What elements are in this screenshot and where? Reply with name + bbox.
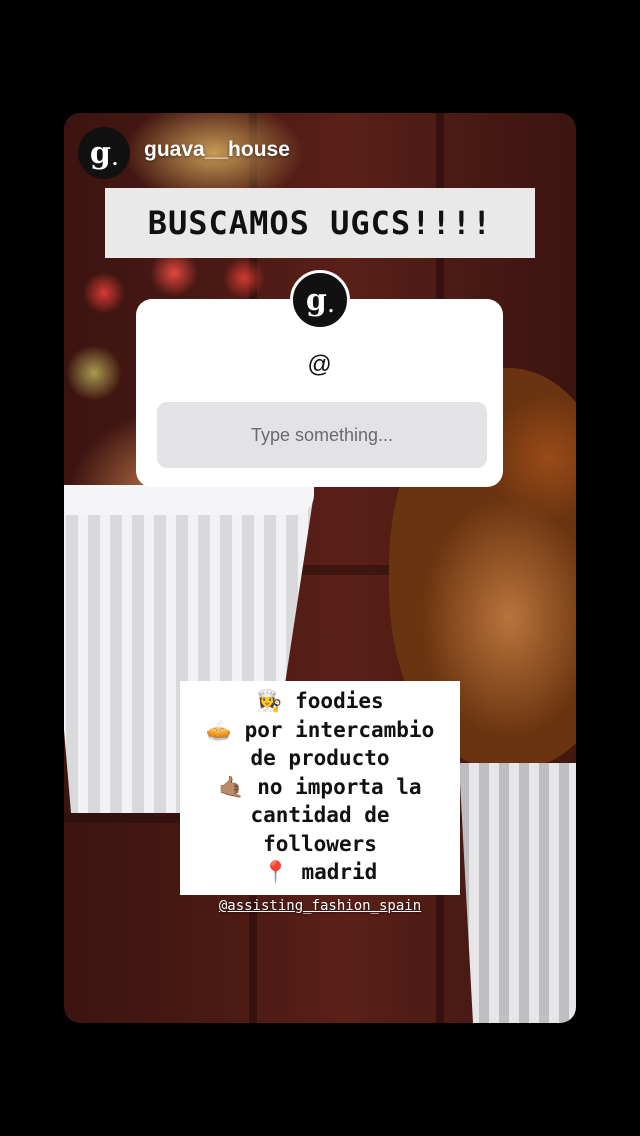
question-text: @ (307, 351, 332, 378)
dessert-cup-image (459, 763, 576, 1023)
avatar-letter: g (89, 135, 111, 171)
answer-input[interactable] (157, 402, 487, 468)
info-line: cantidad de (250, 803, 390, 827)
info-line: 🤙🏽 no importa la (218, 774, 422, 799)
sticker-avatar: g. (290, 270, 350, 330)
profile-avatar[interactable]: g. (78, 127, 130, 179)
avatar-letter: g (305, 282, 327, 318)
info-line: 🥧 por intercambio (205, 717, 435, 742)
mention-link[interactable]: @assisting_fashion_spain (0, 898, 640, 914)
avatar-dot: . (111, 148, 119, 170)
info-line: 📍 madrid (262, 860, 378, 884)
avatar-dot: . (327, 295, 335, 317)
info-line: followers (263, 831, 377, 856)
dessert-cup-rim (64, 485, 314, 515)
info-line: de producto (250, 746, 390, 770)
info-line: 👩‍🍳 foodies (256, 689, 384, 713)
username-link[interactable]: guava__house (144, 138, 290, 162)
headline-banner: BUSCAMOS UGCS!!!! (105, 188, 535, 258)
info-text-box: 👩‍🍳 foodies 🥧 por intercambio de product… (180, 681, 460, 895)
